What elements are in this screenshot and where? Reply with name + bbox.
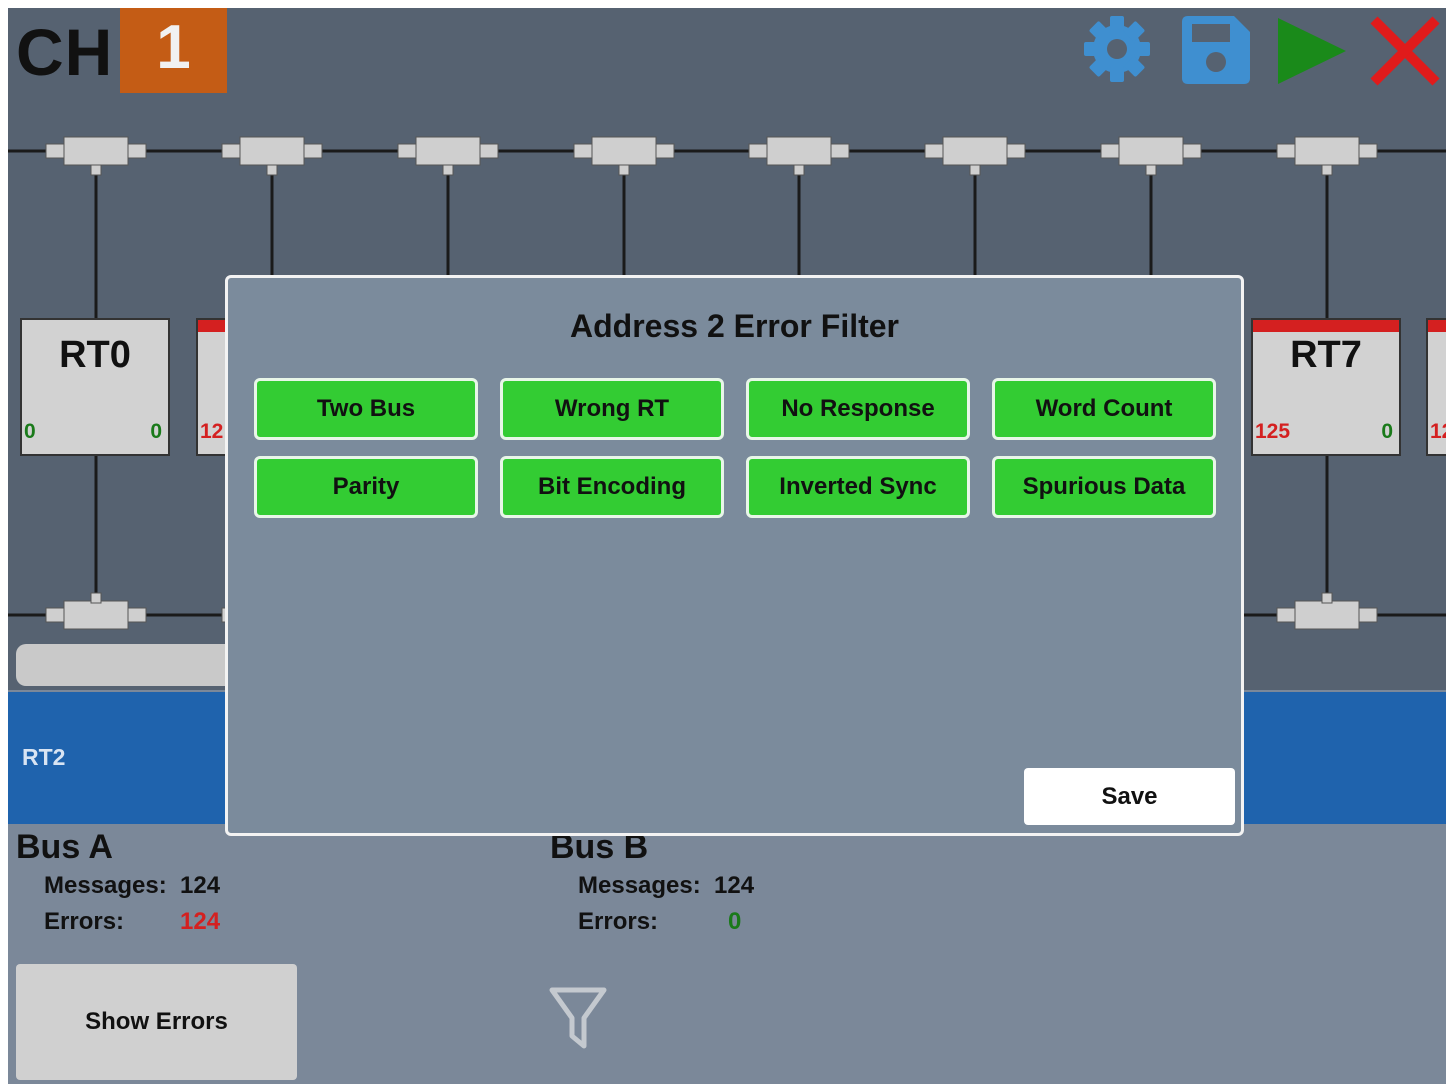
selected-rt-label: RT2 [22,744,66,770]
filter-two-bus-button[interactable]: Two Bus [254,378,478,440]
bus-a-coupler [397,136,499,176]
save-disk-icon[interactable] [1178,14,1252,91]
bus-a-coupler [573,136,675,176]
rt-error-bar [1428,320,1446,332]
bus-a-coupler [1100,136,1202,176]
bus-a-coupler [1276,136,1378,176]
channel-label: CH [16,15,114,89]
bus-a-coupler [748,136,850,176]
bus-a-coupler [45,136,147,176]
bus-a-errors-value: 124 [180,908,221,935]
bus-b-messages-value: 124 [714,872,755,899]
rt-left-count: 125 [1255,420,1291,443]
error-filter-dialog: Address 2 Error Filter Two Bus Wrong RT … [225,275,1244,836]
bus-b-errors-label: Errors: [578,908,659,935]
play-icon[interactable] [1276,16,1348,91]
bus-a-coupler [221,136,323,176]
filter-wrong-rt-button[interactable]: Wrong RT [500,378,724,440]
rt-box-rt8[interactable]: 12 [1426,318,1446,456]
rt-box-rt0[interactable]: RT0 0 0 [20,318,170,456]
filter-no-response-button[interactable]: No Response [746,378,970,440]
rt-error-bar [1253,320,1399,332]
bus-a-title: Bus A [16,828,113,866]
app-window: CH 1 RT0 0 0 12 RT7 125 0 1 RT2 Bus A Me… [8,8,1446,1084]
rt-box-rt7[interactable]: RT7 125 0 [1251,318,1401,456]
bus-b-coupler [45,592,147,630]
bus-a-coupler [924,136,1026,176]
rt-right-count: 0 [150,420,162,443]
bus-b-coupler [1276,592,1378,630]
dialog-title: Address 2 Error Filter [570,308,899,344]
filter-parity-button[interactable]: Parity [254,456,478,518]
rt-left-count: 12 [1430,420,1446,443]
filter-spurious-data-button[interactable]: Spurious Data [992,456,1216,518]
bus-a-messages-value: 124 [180,872,221,899]
bus-a-errors-label: Errors: [44,908,125,935]
rt-scrollbar[interactable] [16,644,246,686]
bus-b-messages-label: Messages: [578,872,701,899]
bus-b-errors-value: 0 [728,908,742,935]
rt-right-count: 0 [1381,420,1393,443]
show-errors-button[interactable]: Show Errors [16,964,297,1080]
rt-left-count: 0 [24,420,36,443]
filter-word-count-button[interactable]: Word Count [992,378,1216,440]
rt-name: RT7 [1290,334,1362,376]
filter-icon[interactable] [548,986,608,1057]
close-icon[interactable] [1368,14,1442,93]
bus-a-messages-label: Messages: [44,872,167,899]
rt-name: RT0 [59,334,131,376]
channel-number-badge[interactable]: 1 [120,8,227,93]
filter-bit-encoding-button[interactable]: Bit Encoding [500,456,724,518]
rt-left-count: 12 [200,420,224,443]
filter-inverted-sync-button[interactable]: Inverted Sync [746,456,970,518]
gear-icon[interactable] [1080,12,1154,91]
save-button[interactable]: Save [1024,768,1235,825]
